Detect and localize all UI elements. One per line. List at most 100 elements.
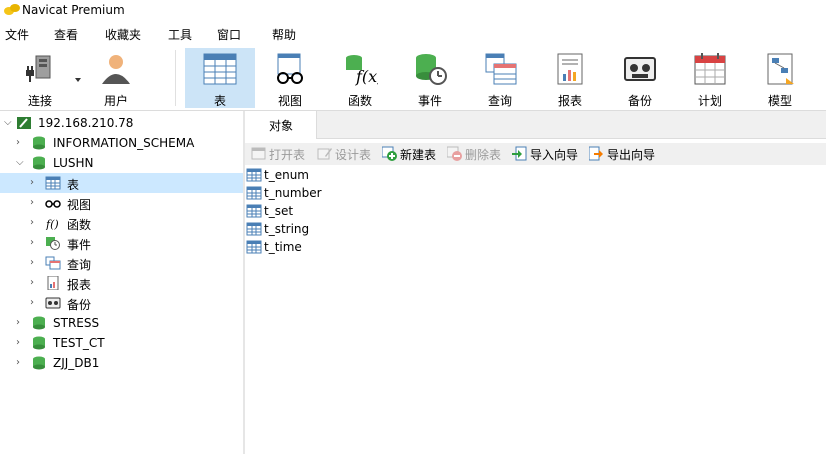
design-table-icon <box>317 148 332 160</box>
tree-item-database[interactable]: ⌵ LUSHN <box>0 153 243 173</box>
svg-text:f(): f() <box>45 218 59 230</box>
tree-item-database[interactable]: › ZJJ_DB1 <box>0 353 243 373</box>
database-icon <box>33 336 45 350</box>
chevron-right-icon[interactable]: › <box>30 177 34 188</box>
toolbar-model-label: 模型 <box>767 94 792 108</box>
tab-objects[interactable]: 对象 <box>245 111 317 139</box>
tree-item-reports[interactable]: › 报表 <box>0 273 243 293</box>
main-toolbar: 连接 用户 表 视图 f(x 函数 事件 查询 报表 备份 计划 模型 <box>0 44 826 110</box>
list-item[interactable]: t_set <box>245 203 445 221</box>
toolbar-event-button[interactable]: 事件 <box>395 48 465 108</box>
title-bar: Navicat Premium <box>0 0 826 21</box>
schedule-calendar-icon <box>694 53 726 85</box>
menu-favorites[interactable]: 收藏夹 <box>105 26 141 43</box>
chevron-right-icon[interactable]: › <box>16 357 20 368</box>
database-icon <box>33 136 45 150</box>
chevron-right-icon[interactable]: › <box>16 337 20 348</box>
tab-objects-label: 对象 <box>269 119 294 133</box>
tree-item-label: 备份 <box>67 298 92 312</box>
list-item[interactable]: t_enum <box>245 167 445 185</box>
chevron-right-icon[interactable]: › <box>30 277 34 288</box>
tree-item-label: 报表 <box>67 278 92 292</box>
chevron-right-icon[interactable]: › <box>16 317 20 328</box>
new-table-label: 新建表 <box>400 148 437 162</box>
list-item[interactable]: t_string <box>245 221 445 239</box>
tree-item-connection[interactable]: ⌵ 192.168.210.78 <box>0 113 243 133</box>
tree-item-label: INFORMATION_SCHEMA <box>53 136 195 150</box>
chevron-right-icon[interactable]: › <box>30 237 34 248</box>
toolbar-view-button[interactable]: 视图 <box>255 48 325 108</box>
tree-item-database[interactable]: › TEST_CT <box>0 333 243 353</box>
navicat-logo-icon <box>4 4 20 15</box>
list-item-label: t_number <box>264 186 322 200</box>
event-clock-icon <box>46 237 60 250</box>
toolbar-backup-label: 备份 <box>627 94 652 108</box>
menu-tools[interactable]: 工具 <box>168 26 192 43</box>
report-icon <box>47 276 59 290</box>
list-item-label: t_time <box>264 240 302 254</box>
chevron-right-icon[interactable]: › <box>16 137 20 148</box>
tree-item-tables[interactable]: › 表 <box>0 173 243 193</box>
toolbar-table-button[interactable]: 表 <box>185 48 255 108</box>
tree-item-views[interactable]: › 视图 <box>0 193 243 213</box>
backup-icon <box>624 57 656 81</box>
toolbar-schedule-button[interactable]: 计划 <box>675 48 745 108</box>
menu-help[interactable]: 帮助 <box>272 26 296 43</box>
table-icon <box>203 53 237 85</box>
export-wizard-label: 导出向导 <box>607 148 656 162</box>
tree-item-events[interactable]: › 事件 <box>0 233 243 253</box>
list-item[interactable]: t_number <box>245 185 445 203</box>
toolbar-connection-button[interactable]: 连接 <box>5 48 81 108</box>
list-item-label: t_set <box>264 204 294 218</box>
chevron-right-icon[interactable]: › <box>30 297 34 308</box>
chevron-right-icon[interactable]: › <box>30 217 34 228</box>
tree-item-label: 事件 <box>67 238 92 252</box>
database-icon <box>33 156 45 170</box>
database-icon <box>33 316 45 330</box>
import-wizard-label: 导入向导 <box>530 148 579 162</box>
query-icon <box>485 53 517 85</box>
chevron-right-icon[interactable]: › <box>30 257 34 268</box>
server-icon <box>17 117 31 129</box>
report-icon <box>557 53 583 85</box>
toolbar-report-label: 报表 <box>557 94 582 108</box>
toolbar-function-button[interactable]: f(x) 函数 <box>325 48 395 108</box>
tree-item-label: STRESS <box>53 316 100 330</box>
table-icon <box>246 240 262 254</box>
delete-table-icon <box>447 146 462 161</box>
table-icon <box>246 186 262 200</box>
toolbar-connection-label: 连接 <box>27 94 52 108</box>
object-toolbar: 打开表 设计表 新建表 删除表 导入向导 导出向导 <box>245 143 826 165</box>
chevron-right-icon[interactable]: › <box>30 197 34 208</box>
list-item-label: t_enum <box>264 168 309 182</box>
toolbar-event-label: 事件 <box>417 94 442 108</box>
toolbar-function-label: 函数 <box>347 94 372 108</box>
toolbar-query-button[interactable]: 查询 <box>465 48 535 108</box>
tree-item-backups[interactable]: › 备份 <box>0 293 243 313</box>
toolbar-backup-button[interactable]: 备份 <box>605 48 675 108</box>
tree-item-functions[interactable]: › f() 函数 <box>0 213 243 233</box>
tree-item-database[interactable]: › STRESS <box>0 313 243 333</box>
new-table-icon <box>382 146 397 161</box>
chevron-down-icon[interactable]: ⌵ <box>16 157 24 168</box>
table-icon <box>246 168 262 182</box>
tab-strip: 对象 <box>245 111 826 139</box>
tree-item-database[interactable]: › INFORMATION_SCHEMA <box>0 133 243 153</box>
chevron-down-icon[interactable]: ⌵ <box>4 117 12 128</box>
menu-file[interactable]: 文件 <box>5 26 29 43</box>
list-item[interactable]: t_time <box>245 239 445 257</box>
window-title: Navicat Premium <box>22 3 125 17</box>
menu-view[interactable]: 查看 <box>54 26 78 43</box>
model-icon <box>767 53 794 85</box>
export-wizard-icon <box>589 146 603 161</box>
toolbar-model-button[interactable]: 模型 <box>745 48 815 108</box>
toolbar-report-button[interactable]: 报表 <box>535 48 605 108</box>
menu-window[interactable]: 窗口 <box>217 26 241 43</box>
user-icon <box>102 55 130 84</box>
toolbar-user-button[interactable]: 用户 <box>81 48 151 108</box>
function-icon: f(x) <box>346 55 378 86</box>
event-clock-icon <box>416 54 447 85</box>
table-icon <box>45 176 61 190</box>
tree-item-label: ZJJ_DB1 <box>53 356 100 370</box>
tree-item-queries[interactable]: › 查询 <box>0 253 243 273</box>
